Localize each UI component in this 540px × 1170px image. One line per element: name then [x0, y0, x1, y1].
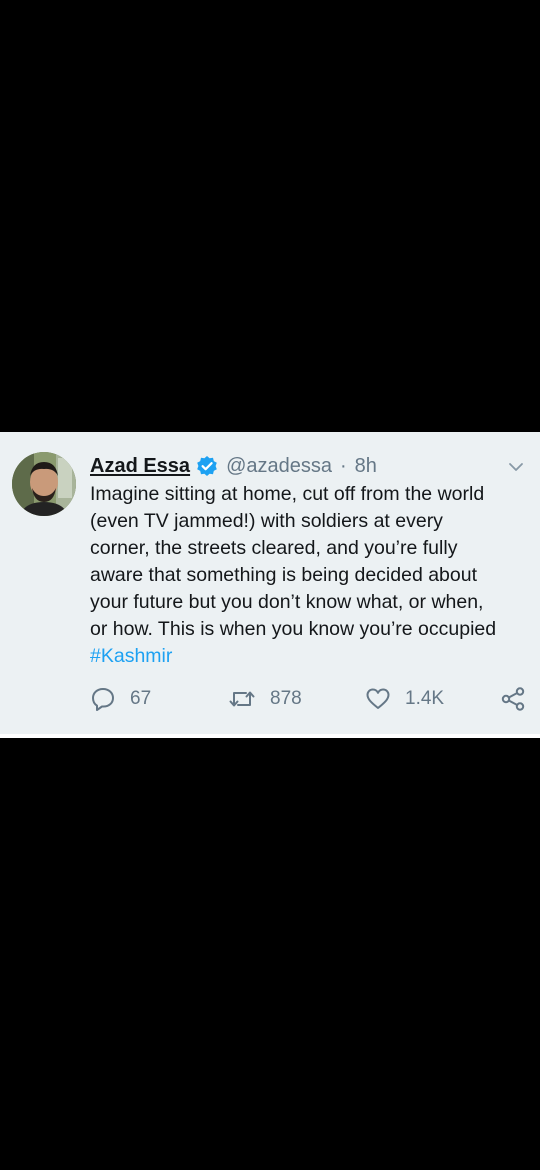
retweet-icon: [228, 686, 270, 712]
divider-line: [0, 734, 540, 738]
tweet-header: Azad Essa @azadessa · 8h: [90, 453, 526, 479]
avatar[interactable]: [12, 452, 76, 516]
tweet-timestamp[interactable]: 8h: [355, 453, 377, 479]
tweet-text-line: or how. This is when you know you’re occ…: [90, 618, 497, 640]
reply-count: 67: [130, 688, 152, 709]
like-button[interactable]: 1.4K: [365, 684, 444, 714]
tweet-text: Imagine sitting at home, cut off from th…: [90, 481, 530, 670]
like-count: 1.4K: [405, 688, 445, 709]
user-handle[interactable]: @azadessa: [226, 453, 332, 479]
tweet-card[interactable]: Azad Essa @azadessa · 8h Imagine sitting…: [0, 432, 540, 734]
display-name[interactable]: Azad Essa: [90, 453, 190, 479]
retweet-button[interactable]: 878: [228, 684, 302, 714]
chevron-down-icon[interactable]: [508, 459, 524, 475]
tweet-text-line: your future but you don’t know what, or …: [90, 591, 484, 613]
screen: Azad Essa @azadessa · 8h Imagine sitting…: [0, 0, 540, 1170]
separator-dot: ·: [339, 455, 347, 477]
tweet-text-line: aware that something is being decided ab…: [90, 564, 478, 586]
retweet-count: 878: [270, 688, 302, 709]
tweet-text-line: Imagine sitting at home, cut off from th…: [90, 483, 485, 505]
share-icon: [500, 686, 540, 712]
tweet-text-line: corner, the streets cleared, and you’re …: [90, 537, 458, 559]
reply-icon: [90, 686, 130, 712]
tweet-actions: 67 878 1.4K: [90, 684, 530, 714]
reply-button[interactable]: 67: [90, 684, 151, 714]
hashtag-link[interactable]: #Kashmir: [90, 643, 530, 670]
share-button[interactable]: [500, 684, 540, 714]
tweet-text-line: (even TV jammed!) with soldiers at every: [90, 510, 443, 532]
verified-badge-icon: [196, 455, 218, 477]
heart-icon: [365, 686, 405, 712]
